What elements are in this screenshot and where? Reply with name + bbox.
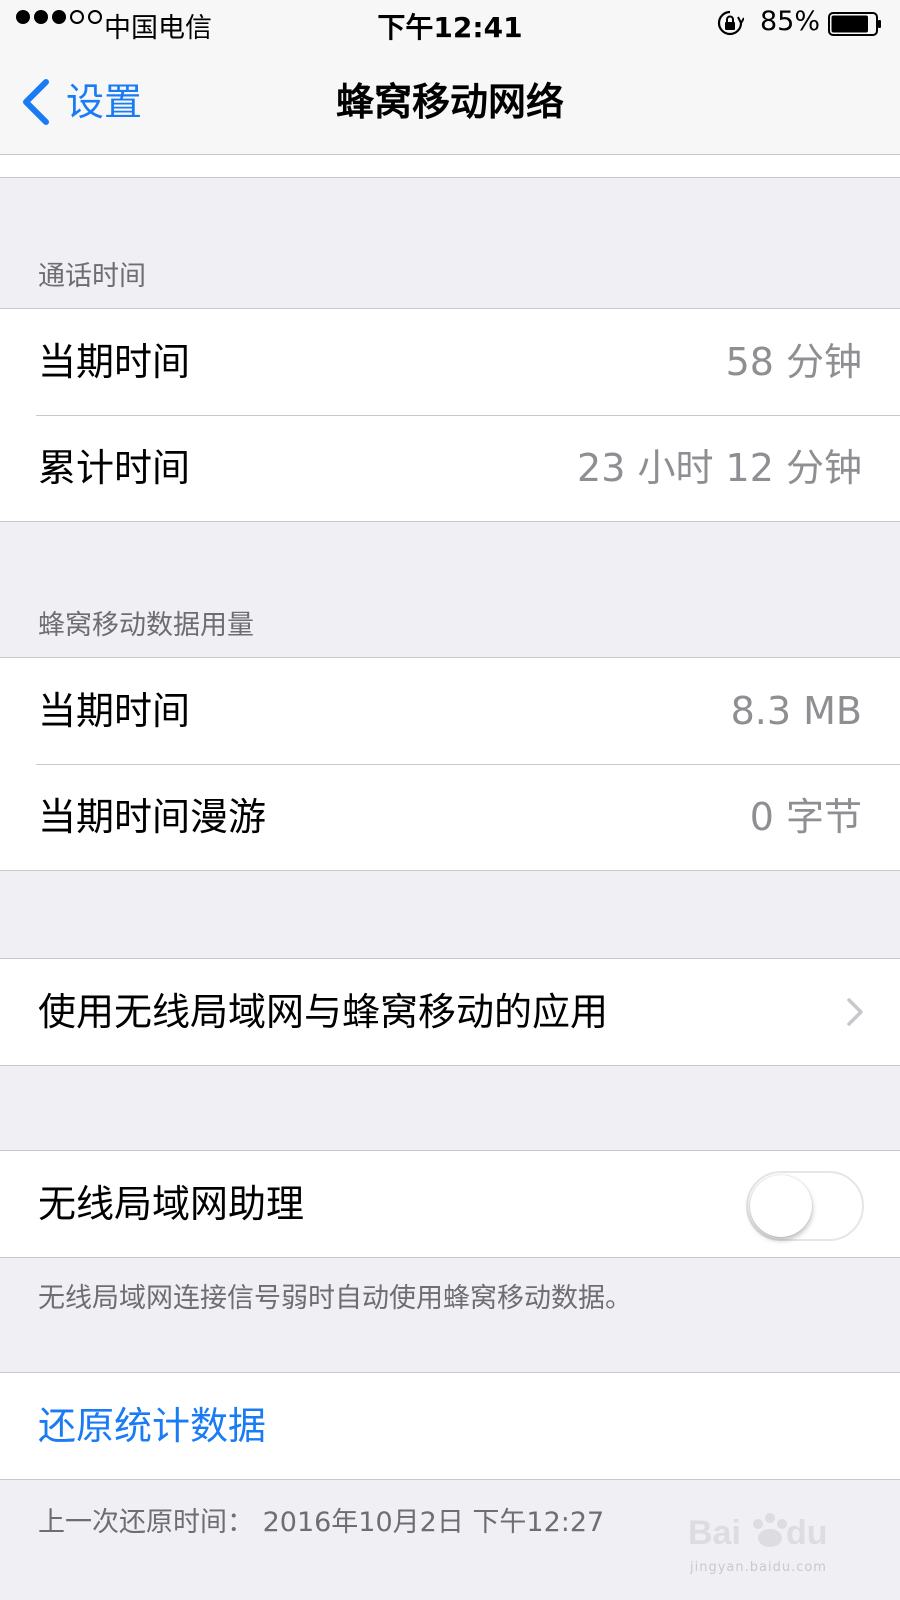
baidu-watermark-logo: Bai du — [688, 1513, 828, 1552]
scrolled-row-edge — [0, 155, 900, 178]
reset-statistics-button[interactable]: 还原统计数据 — [0, 1373, 900, 1479]
wifi-assist-row: 无线局域网助理 — [0, 1151, 900, 1257]
table-row: 当期时间 58 分钟 — [0, 309, 900, 415]
table-row: 当期时间 8.3 MB — [0, 658, 900, 764]
row-value: 23 小时 12 分钟 — [577, 446, 862, 490]
table-row: 累计时间 23 小时 12 分钟 — [0, 415, 900, 521]
row-label: 还原统计数据 — [38, 1404, 267, 1448]
row-label: 当期时间 — [38, 340, 191, 384]
row-label: 当期时间漫游 — [38, 795, 267, 839]
row-value: 8.3 MB — [730, 689, 862, 733]
apps-group: 使用无线局域网与蜂窝移动的应用 — [0, 958, 900, 1066]
disclosure-chevron-icon — [847, 998, 863, 1026]
last-reset-time: 上一次还原时间： 2016年10月2日 下午12:27 — [38, 1507, 605, 1538]
page-title: 蜂窝移动网络 — [335, 80, 564, 124]
apps-using-wlan-cellular-row[interactable]: 使用无线局域网与蜂窝移动的应用 — [0, 959, 900, 1065]
row-label: 当期时间 — [38, 689, 191, 733]
svg-text:Bai: Bai — [688, 1514, 741, 1552]
section-header-data-usage: 蜂窝移动数据用量 — [38, 610, 254, 641]
row-value: 58 分钟 — [725, 340, 862, 384]
battery-icon — [828, 12, 881, 36]
toggle-knob — [750, 1175, 812, 1237]
row-label: 使用无线局域网与蜂窝移动的应用 — [38, 990, 609, 1034]
wifi-assist-footer: 无线局域网连接信号弱时自动使用蜂窝移动数据。 — [38, 1283, 632, 1314]
section-header-call-time: 通话时间 — [38, 261, 146, 292]
wifi-assist-toggle[interactable] — [746, 1171, 864, 1241]
data-usage-group: 当期时间 8.3 MB 当期时间漫游 0 字节 — [0, 657, 900, 871]
row-label: 累计时间 — [38, 446, 191, 490]
battery-percent: 85% — [760, 6, 821, 37]
reset-group: 还原统计数据 — [0, 1372, 900, 1480]
watermark-url: jingyan.baidu.com — [690, 1560, 827, 1575]
status-bar: 中国电信 下午12:41 85% — [0, 0, 900, 48]
navigation-bar: 设置 蜂窝移动网络 — [0, 48, 900, 155]
table-row: 当期时间漫游 0 字节 — [0, 764, 900, 870]
svg-text:du: du — [786, 1514, 828, 1552]
row-label: 无线局域网助理 — [38, 1182, 305, 1226]
call-time-group: 当期时间 58 分钟 累计时间 23 小时 12 分钟 — [0, 308, 900, 522]
wifi-assist-group: 无线局域网助理 — [0, 1150, 900, 1258]
rotation-lock-icon — [717, 10, 744, 36]
row-value: 0 字节 — [749, 795, 862, 839]
